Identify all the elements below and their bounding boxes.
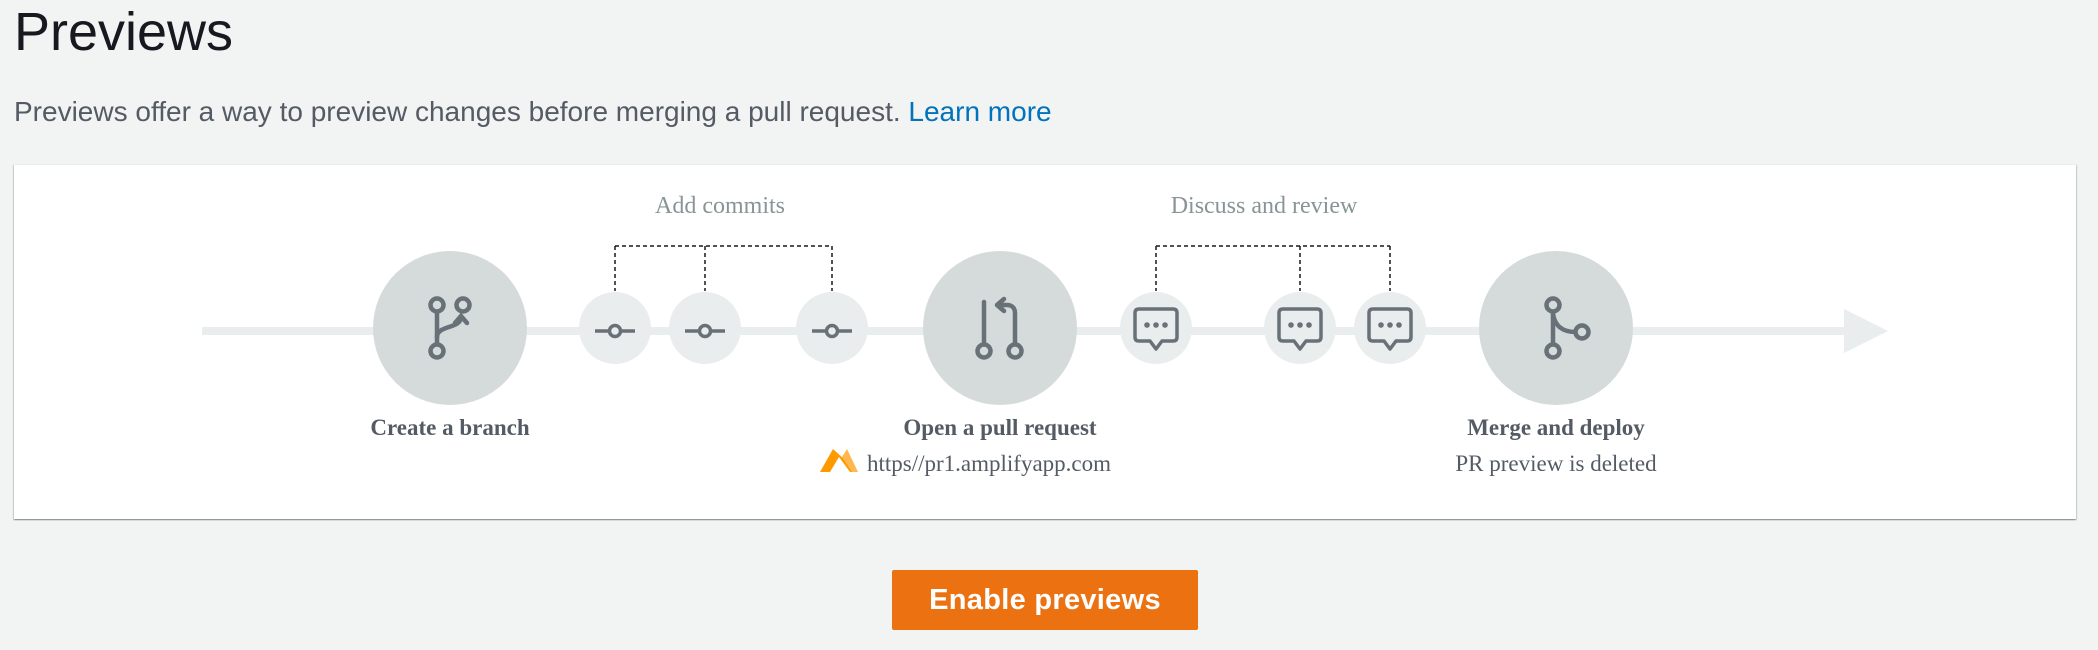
create-branch-title: Create a branch bbox=[370, 415, 529, 440]
comment-node bbox=[1264, 292, 1336, 364]
page-title: Previews bbox=[14, 2, 234, 62]
add-commits-label: Add commits bbox=[655, 193, 785, 219]
amplify-logo-icon bbox=[820, 449, 858, 472]
preview-url-text: https//pr1.amplifyapp.com bbox=[867, 451, 1111, 476]
open-pull-request-title: Open a pull request bbox=[903, 415, 1097, 440]
merge-and-deploy-subtitle: PR preview is deleted bbox=[1455, 451, 1657, 476]
previews-workflow-diagram: Add commits Discuss and review Create a … bbox=[14, 164, 2076, 519]
page-description-text: Previews offer a way to preview changes … bbox=[14, 96, 901, 127]
comment-node bbox=[1354, 292, 1426, 364]
add-commits-bracket bbox=[614, 245, 833, 291]
merge-and-deploy-title: Merge and deploy bbox=[1467, 415, 1645, 440]
learn-more-link[interactable]: Learn more bbox=[908, 96, 1051, 127]
comment-node bbox=[1120, 292, 1192, 364]
open-pull-request-step: Open a pull request https//pr1.amplifyap… bbox=[820, 251, 1111, 476]
create-branch-step: Create a branch bbox=[370, 251, 530, 440]
timeline-arrow-icon bbox=[1844, 309, 1888, 353]
enable-previews-button[interactable]: Enable previews bbox=[892, 570, 1198, 630]
merge-and-deploy-step: Merge and deploy PR preview is deleted bbox=[1455, 251, 1657, 476]
workflow-svg: Add commits Discuss and review Create a … bbox=[202, 193, 1888, 476]
commit-node bbox=[796, 292, 868, 364]
open-pull-request-circle bbox=[923, 251, 1077, 405]
commit-node bbox=[579, 292, 651, 364]
merge-and-deploy-circle bbox=[1479, 251, 1633, 405]
commit-node bbox=[669, 292, 741, 364]
page-description: Previews offer a way to preview changes … bbox=[14, 94, 1052, 130]
discuss-and-review-label: Discuss and review bbox=[1171, 193, 1358, 219]
discuss-and-review-bracket bbox=[1155, 245, 1391, 291]
